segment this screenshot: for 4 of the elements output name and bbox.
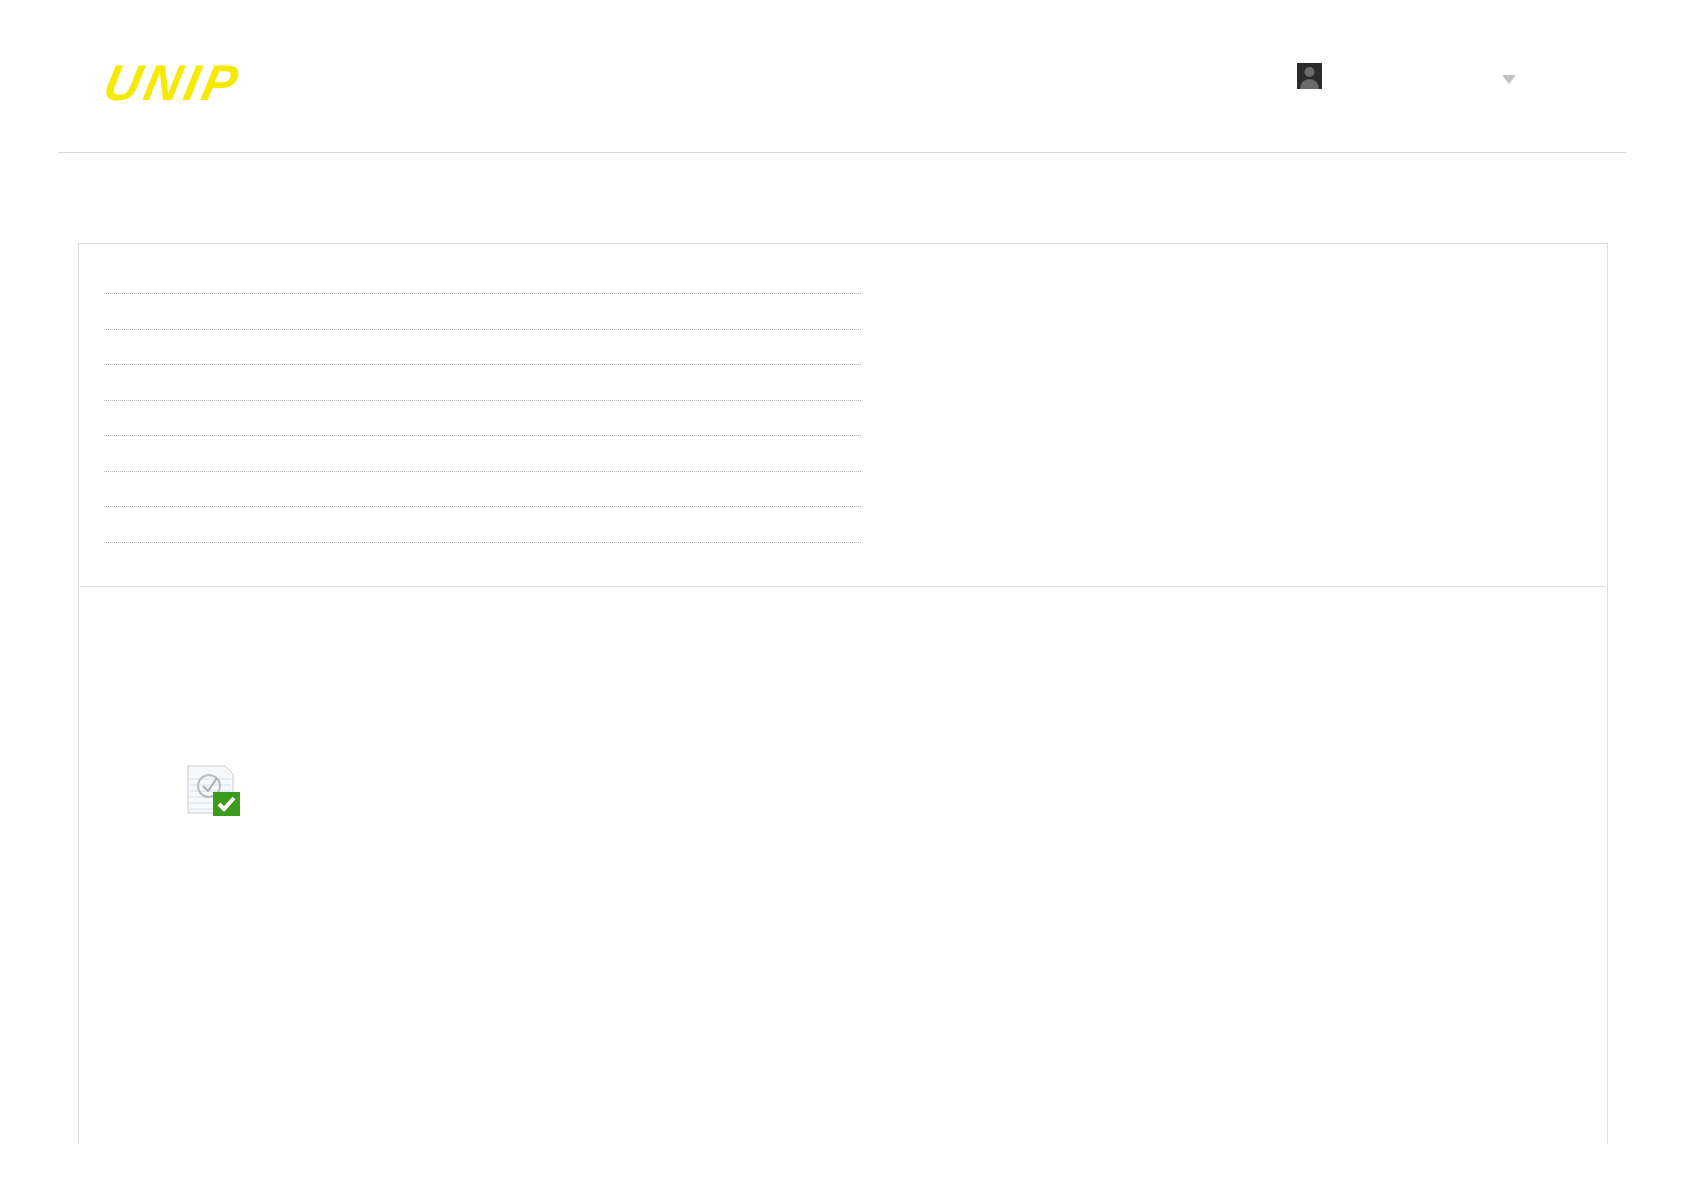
logo[interactable]: UNIP (99, 58, 246, 108)
avatar-icon[interactable] (1297, 63, 1322, 89)
caret-icon[interactable] (1502, 75, 1516, 84)
checked-document-icon (187, 765, 241, 817)
